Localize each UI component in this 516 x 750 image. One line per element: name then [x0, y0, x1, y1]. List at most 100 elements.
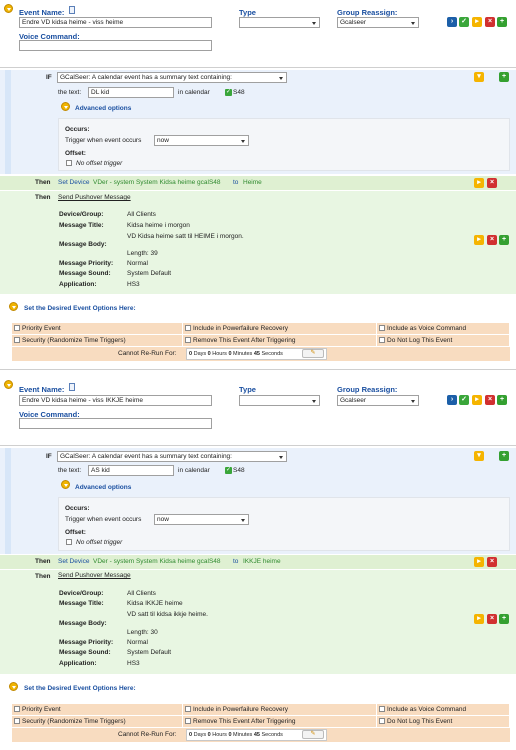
options-toggle-icon[interactable]: [9, 682, 18, 691]
voice-command-option[interactable]: Include as Voice Command: [377, 323, 510, 334]
action-delete-icon[interactable]: ×: [487, 557, 497, 567]
clone-icon[interactable]: +: [497, 395, 507, 405]
action-prefix[interactable]: Set Device: [58, 179, 89, 186]
calendar-checkbox[interactable]: ✓: [225, 467, 232, 474]
type-select[interactable]: [239, 17, 320, 28]
group-reassign-label: Group Reassign:: [337, 385, 398, 394]
action-prefix[interactable]: Set Device: [58, 558, 89, 565]
edit-pencil-icon[interactable]: ✎: [302, 730, 324, 739]
text-input[interactable]: AS kid: [88, 465, 174, 476]
message-body-label: Message Body:: [59, 620, 107, 627]
group-select[interactable]: Gcalseer: [337, 17, 419, 28]
advanced-toggle-icon[interactable]: [61, 480, 70, 489]
action-device[interactable]: VDer - system System Kidsa heime gcalS48: [93, 179, 221, 186]
add-action-icon[interactable]: +: [499, 235, 509, 245]
clone-icon[interactable]: +: [497, 17, 507, 27]
do-not-log-option[interactable]: Do Not Log This Event: [377, 335, 510, 346]
type-select[interactable]: [239, 395, 320, 406]
powerfailure-option[interactable]: Include in Powerfailure Recovery: [183, 704, 377, 715]
no-offset-label: No offset trigger: [76, 160, 123, 167]
advanced-toggle-icon[interactable]: [61, 102, 70, 111]
offset-checkbox[interactable]: [66, 539, 72, 545]
collapse-trigger-icon[interactable]: ▾: [474, 451, 484, 461]
the-text-label: the text:: [58, 89, 82, 96]
remove-after-option[interactable]: Remove This Event After Triggering: [183, 335, 377, 346]
calendar-checkbox[interactable]: ✓: [225, 89, 232, 96]
play-icon[interactable]: ▸: [472, 395, 482, 405]
remove-after-option[interactable]: Remove This Event After Triggering: [183, 716, 377, 727]
trigger-when-label: Trigger when event occurs: [65, 137, 142, 144]
message-body-value: VD Kidsa heime satt til HEIME i morgon.: [127, 233, 244, 240]
event-name-input[interactable]: Endre VD kidsa heime - viss IKKJE heime: [19, 395, 212, 406]
event-block: Event Name: Endre VD kidsa heime - viss …: [0, 376, 516, 750]
group-select[interactable]: Gcalseer: [337, 395, 419, 406]
event-block: Event Name: Endre VD kidsa heime - viss …: [0, 0, 516, 370]
action-to: to: [233, 558, 239, 565]
occurs-label: Occurs:: [65, 126, 90, 133]
trigger-select[interactable]: GCalSeer: A calendar event has a summary…: [57, 451, 287, 462]
message-sound-label: Message Sound:: [59, 649, 111, 656]
voice-command-input[interactable]: [19, 40, 212, 51]
voice-command-option[interactable]: Include as Voice Command: [377, 704, 510, 715]
run-icon[interactable]: ›: [447, 395, 457, 405]
cannot-rerun-label: Cannot Re-Run For:: [118, 350, 177, 357]
action-delete-icon[interactable]: ×: [487, 235, 497, 245]
action-device[interactable]: VDer - system System Kidsa heime gcalS48: [93, 558, 221, 565]
options-row: Security (Randomize Time Triggers) Remov…: [12, 335, 510, 346]
delete-icon[interactable]: ×: [485, 395, 495, 405]
powerfailure-option[interactable]: Include in Powerfailure Recovery: [183, 323, 377, 334]
text-input[interactable]: DL kid: [88, 87, 174, 98]
action-value[interactable]: IKKJE heime: [243, 558, 281, 565]
device-group-label: Device/Group:: [59, 590, 104, 597]
pushover-link[interactable]: Send Pushover Message: [58, 194, 131, 201]
play-icon[interactable]: ▸: [472, 17, 482, 27]
desired-options-heading: Set the Desired Event Options Here:: [24, 685, 136, 692]
collapse-trigger-icon[interactable]: ▾: [474, 72, 484, 82]
voice-command-input[interactable]: [19, 418, 212, 429]
check-icon[interactable]: ✓: [459, 395, 469, 405]
document-icon[interactable]: [69, 6, 75, 14]
action-delete-icon[interactable]: ×: [487, 178, 497, 188]
then-label: Then: [35, 573, 51, 580]
event-name-label: Event Name:: [19, 8, 65, 17]
priority-event-option[interactable]: Priority Event: [12, 704, 183, 715]
document-icon[interactable]: [69, 383, 75, 391]
action-play-icon[interactable]: ▸: [474, 178, 484, 188]
event-name-input[interactable]: Endre VD kidsa heime - viss heime: [19, 17, 212, 28]
edit-pencil-icon[interactable]: ✎: [302, 349, 324, 358]
action-play-icon[interactable]: ▸: [474, 235, 484, 245]
add-action-icon[interactable]: +: [499, 614, 509, 624]
application-value: HS3: [127, 281, 140, 288]
pushover-link[interactable]: Send Pushover Message: [58, 572, 131, 579]
options-row: Priority Event Include in Powerfailure R…: [12, 704, 510, 715]
collapse-icon[interactable]: [4, 380, 13, 389]
add-trigger-icon[interactable]: +: [499, 451, 509, 461]
action-play-icon[interactable]: ▸: [474, 557, 484, 567]
do-not-log-option[interactable]: Do Not Log This Event: [377, 716, 510, 727]
run-icon[interactable]: ›: [447, 17, 457, 27]
message-sound-label: Message Sound:: [59, 270, 111, 277]
occurs-select[interactable]: now: [154, 135, 249, 146]
add-trigger-icon[interactable]: +: [499, 72, 509, 82]
collapse-icon[interactable]: [4, 4, 13, 13]
action-play-icon[interactable]: ▸: [474, 614, 484, 624]
priority-event-option[interactable]: Priority Event: [12, 323, 183, 334]
group-reassign-label: Group Reassign:: [337, 8, 398, 17]
message-title-label: Message Title:: [59, 222, 104, 229]
message-sound-value: System Default: [127, 649, 172, 656]
security-option[interactable]: Security (Randomize Time Triggers): [12, 335, 183, 346]
check-icon[interactable]: ✓: [459, 17, 469, 27]
advanced-panel: [58, 497, 510, 551]
options-toggle-icon[interactable]: [9, 302, 18, 311]
advanced-options-link[interactable]: Advanced options: [75, 105, 131, 112]
offset-checkbox[interactable]: [66, 160, 72, 166]
action-value[interactable]: Heime: [243, 179, 262, 186]
trigger-select[interactable]: GCalSeer: A calendar event has a summary…: [57, 72, 287, 83]
action-delete-icon[interactable]: ×: [487, 614, 497, 624]
security-option[interactable]: Security (Randomize Time Triggers): [12, 716, 183, 727]
action-to: to: [233, 179, 239, 186]
advanced-options-link[interactable]: Advanced options: [75, 484, 131, 491]
if-label: IF: [46, 453, 52, 460]
delete-icon[interactable]: ×: [485, 17, 495, 27]
occurs-select[interactable]: now: [154, 514, 249, 525]
